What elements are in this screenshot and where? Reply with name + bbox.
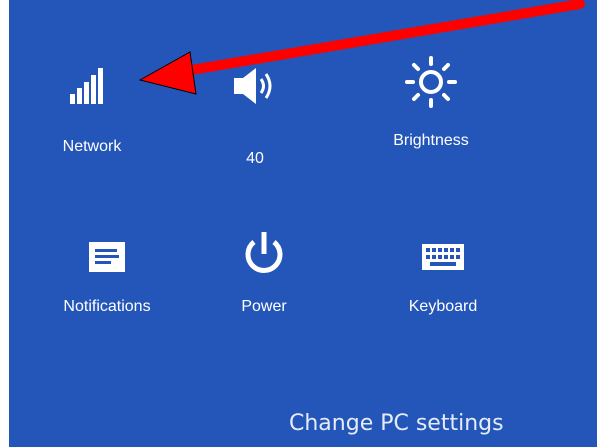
speaker-icon	[225, 60, 285, 112]
keyboard-label: Keyboard	[408, 298, 478, 315]
signal-bars-icon	[51, 56, 133, 112]
network-label: Network	[62, 138, 122, 155]
volume-tile[interactable]: 40	[225, 60, 285, 168]
message-icon	[37, 232, 177, 282]
notifications-label: Notifications	[63, 298, 151, 315]
network-tile[interactable]: Network	[51, 56, 133, 156]
brightness-tile[interactable]: Brightness	[381, 52, 481, 150]
change-pc-settings-link[interactable]: Change PC settings	[289, 411, 504, 436]
keyboard-icon	[393, 232, 493, 282]
brightness-label: Brightness	[393, 132, 469, 149]
power-label: Power	[241, 298, 287, 315]
power-icon	[227, 226, 301, 282]
notifications-tile[interactable]: Notifications	[37, 232, 177, 316]
settings-panel: Network 40 Brightness Notifications Powe…	[9, 0, 597, 447]
keyboard-tile[interactable]: Keyboard	[393, 232, 493, 316]
volume-level: 40	[246, 150, 264, 167]
power-tile[interactable]: Power	[227, 226, 301, 316]
sun-icon	[381, 52, 481, 112]
